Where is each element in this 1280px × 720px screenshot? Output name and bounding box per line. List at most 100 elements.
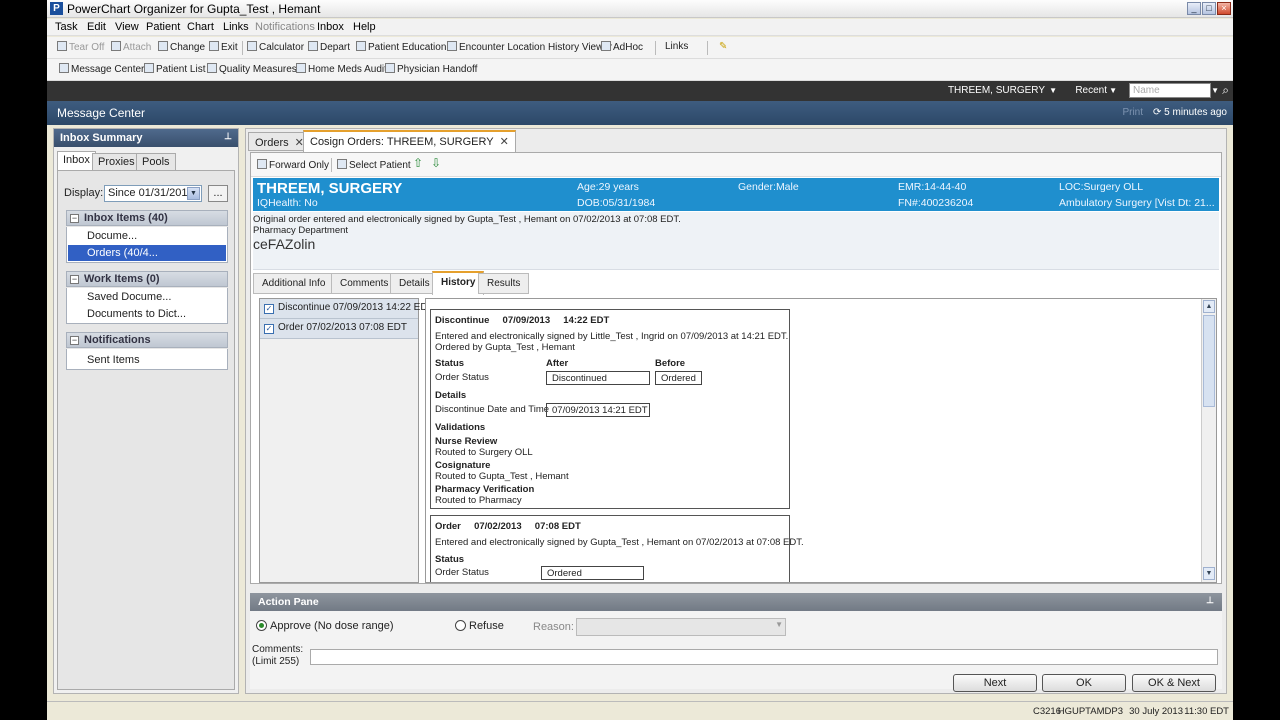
refresh-status[interactable]: ⟳ 5 minutes ago <box>1153 107 1227 118</box>
ok-and-next-button[interactable]: OK & Next <box>1132 674 1216 692</box>
scroll-down-icon[interactable]: ▼ <box>1203 567 1215 580</box>
physician-handoff-button[interactable]: Physician Handoff <box>385 63 477 75</box>
patient-name-input[interactable]: Name <box>1129 83 1211 98</box>
comments-input[interactable] <box>310 649 1218 665</box>
menu-help[interactable]: Help <box>353 21 376 33</box>
inbox-item-documents[interactable]: Docume... <box>68 228 226 244</box>
tab-results[interactable]: Results <box>478 273 530 294</box>
patient-list-button[interactable]: Patient List <box>144 63 205 75</box>
tab-orders[interactable]: Orders ✕ <box>248 132 311 151</box>
history-item-label: Discontinue 07/09/2013 14:22 EDT <box>278 302 434 313</box>
collapse-icon[interactable]: − <box>70 275 79 284</box>
scroll-thumb[interactable] <box>1203 315 1215 407</box>
forward-only-button[interactable]: Forward Only <box>257 159 329 171</box>
close-button[interactable]: × <box>1217 2 1231 15</box>
toolbar-divider <box>655 41 656 55</box>
tab-history[interactable]: History <box>432 271 485 295</box>
work-item-documents-to-dictate[interactable]: Documents to Dict... <box>68 306 226 322</box>
arrow-down-icon[interactable]: ⇩ <box>431 156 441 170</box>
radio-selected-icon[interactable] <box>256 620 267 631</box>
minimize-button[interactable]: _ <box>1187 2 1201 15</box>
tear-off-button[interactable]: Tear Off <box>57 41 104 53</box>
work-items-header[interactable]: − Work Items (0) <box>66 271 228 287</box>
collapse-icon[interactable]: − <box>70 214 79 223</box>
search-icon[interactable]: ⌕ <box>1222 83 1229 98</box>
history-item[interactable]: ✓ Discontinue 07/09/2013 14:22 EDT <box>260 299 434 319</box>
status-time: 11:30 EDT <box>1184 706 1229 717</box>
tab-additional-info[interactable]: Additional Info <box>253 273 335 294</box>
patient-education-button[interactable]: Patient Education <box>356 41 446 53</box>
notification-sent-items[interactable]: Sent Items <box>68 352 226 368</box>
validations-heading: Validations <box>435 422 486 433</box>
tab-comments[interactable]: Comments <box>331 273 398 294</box>
depart-button[interactable]: Depart <box>308 41 350 53</box>
pin-icon[interactable]: ⊥ <box>1206 595 1214 606</box>
inbox-item-orders[interactable]: Orders (40/4... <box>68 245 226 261</box>
calculator-button[interactable]: Calculator <box>247 41 304 53</box>
menu-notifications[interactable]: Notifications <box>255 21 315 33</box>
message-center-button[interactable]: Message Center <box>59 63 144 75</box>
display-select[interactable]: Since 01/31/2013 ▼ <box>104 185 202 202</box>
menu-task[interactable]: Task <box>55 21 78 33</box>
page-title: Message Center <box>57 106 146 120</box>
checkbox-checked-icon[interactable]: ✓ <box>264 324 274 334</box>
tab-cosign-orders[interactable]: Cosign Orders: THREEM, SURGERY ✕ <box>303 130 516 152</box>
current-patient-selector[interactable]: THREEM, SURGERY <box>948 85 1045 96</box>
history-item-label: Order 07/02/2013 07:08 EDT <box>278 322 407 333</box>
print-button[interactable]: Print <box>1122 107 1143 118</box>
menu-view[interactable]: View <box>115 21 139 33</box>
approve-radio[interactable]: Approve (No dose range) <box>256 620 394 632</box>
tab-cosign-orders-label: Cosign Orders: THREEM, SURGERY <box>310 136 494 148</box>
inbox-items-header[interactable]: − Inbox Items (40) <box>66 210 228 226</box>
select-patient-button[interactable]: Select Patient <box>337 159 411 171</box>
notifications-header[interactable]: − Notifications <box>66 332 228 348</box>
reason-select[interactable]: ▼ <box>576 618 786 636</box>
attach-button[interactable]: Attach <box>111 41 151 53</box>
exit-label: Exit <box>221 42 238 53</box>
tab-inbox[interactable]: Inbox <box>57 151 96 170</box>
menu-inbox[interactable]: Inbox <box>317 21 344 33</box>
menu-edit[interactable]: Edit <box>87 21 106 33</box>
arrow-up-icon[interactable]: ⇧ <box>413 156 423 170</box>
exit-button[interactable]: Exit <box>209 41 238 53</box>
maximize-button[interactable]: □ <box>1202 2 1216 15</box>
close-icon[interactable]: ✕ <box>500 136 509 148</box>
pin-icon[interactable]: ⊥ <box>224 131 232 142</box>
ok-button[interactable]: OK <box>1042 674 1126 692</box>
radio-unselected-icon[interactable] <box>455 620 466 631</box>
tear-off-label: Tear Off <box>69 42 105 53</box>
order-status-label: Order Status <box>435 372 489 383</box>
reason-label: Reason: <box>533 621 574 633</box>
scroll-up-icon[interactable]: ▲ <box>1203 300 1215 313</box>
chevron-down-icon[interactable]: ▼ <box>1109 86 1117 95</box>
tab-pools[interactable]: Pools <box>136 153 176 170</box>
screen-margin-right <box>1233 0 1280 720</box>
links-button[interactable]: Links <box>665 41 688 52</box>
change-button[interactable]: Change <box>158 41 205 53</box>
chevron-down-icon[interactable]: ▼ <box>1049 86 1057 95</box>
depart-icon <box>308 41 318 51</box>
adhoc-button[interactable]: AdHoc <box>601 41 643 53</box>
collapse-icon[interactable]: − <box>70 336 79 345</box>
patient-name[interactable]: THREEM, SURGERY <box>257 180 402 197</box>
encounter-location-history-button[interactable]: Encounter Location History Viewer <box>447 41 612 53</box>
refuse-radio[interactable]: Refuse <box>455 620 504 632</box>
chevron-down-icon[interactable]: ▼ <box>1211 86 1219 95</box>
menu-links[interactable]: Links <box>223 21 249 33</box>
history-scrollbar[interactable]: ▲ ▼ <box>1201 299 1216 582</box>
key-button[interactable]: ✎ <box>719 41 727 52</box>
checkbox-checked-icon[interactable]: ✓ <box>264 304 274 314</box>
tab-proxies[interactable]: Proxies <box>92 153 141 170</box>
nurse-review-value: Routed to Surgery OLL <box>435 447 533 458</box>
recent-dropdown[interactable]: Recent <box>1075 85 1107 96</box>
patient-list-icon <box>144 63 154 73</box>
menu-patient[interactable]: Patient <box>146 21 180 33</box>
work-item-saved-documents[interactable]: Saved Docume... <box>68 289 226 305</box>
menu-chart[interactable]: Chart <box>187 21 214 33</box>
home-meds-audit-button[interactable]: Home Meds Audit <box>296 63 387 75</box>
next-button[interactable]: Next <box>953 674 1037 692</box>
adhoc-label: AdHoc <box>613 42 644 53</box>
quality-measures-button[interactable]: Quality Measures <box>207 63 297 75</box>
display-more-button[interactable]: ... <box>208 185 228 202</box>
history-item[interactable]: ✓ Order 07/02/2013 07:08 EDT <box>260 319 418 339</box>
